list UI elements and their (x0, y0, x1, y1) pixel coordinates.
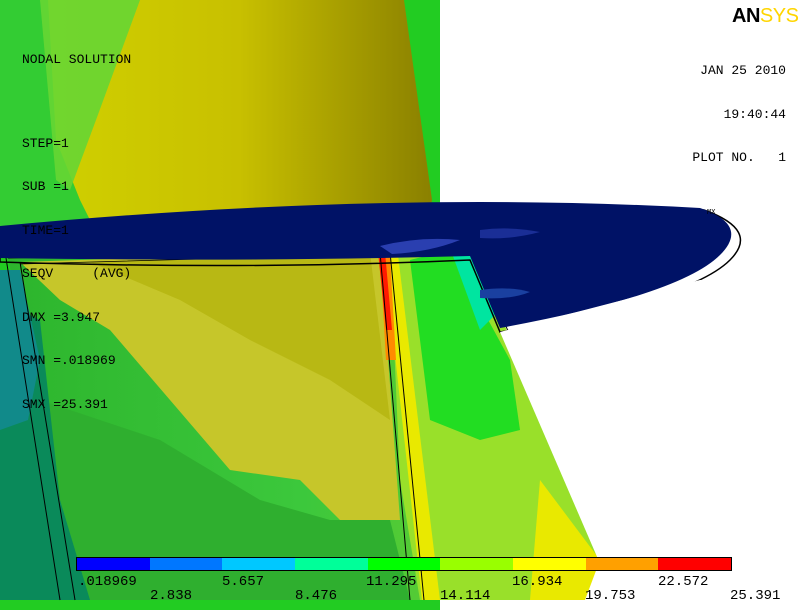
plot-number: PLOT NO. 1 (692, 150, 786, 165)
legend-label-bottom-5: 25.391 (730, 588, 781, 604)
legend-label-top-4: 16.934 (512, 574, 563, 590)
dmx-label: DMX =3.947 (22, 309, 101, 325)
legend-label-bottom-2: 8.476 (295, 588, 338, 604)
legend-label-top-5: 22.572 (658, 574, 709, 590)
time-label: TIME=1 (22, 222, 69, 238)
plot-date: JAN 25 2010 (700, 63, 786, 78)
legend-bin-6 (440, 558, 514, 570)
smx-label: SMX =25.391 (22, 396, 108, 412)
ansys-logo: ANSYS (732, 5, 799, 28)
sub-label: SUB =1 (22, 179, 69, 194)
step-label: STEP=1 (22, 135, 69, 151)
legend-bin-1 (77, 558, 150, 570)
logo-sys: SYS (759, 5, 799, 27)
legend-label-bottom-4: 19.753 (585, 588, 636, 604)
legend-bin-8 (585, 558, 659, 570)
legend-bin-4 (295, 558, 368, 570)
legend-label-top-3: 11.295 (366, 574, 417, 590)
seqv-label: SEQV (AVG) (22, 266, 132, 281)
legend-bin-2 (149, 558, 223, 570)
solution-info: NODAL SOLUTION STEP=1 SUB =1 TIME=1 SEQV… (22, 24, 131, 441)
graphics-viewport[interactable]: NODAL SOLUTION STEP=1 SUB =1 TIME=1 SEQV… (0, 0, 810, 610)
plot-stamp: JAN 25 2010 19:40:44 PLOT NO. 1 (692, 35, 786, 195)
legend-bin-7 (513, 558, 586, 570)
legend-label-bottom-1: 2.838 (150, 588, 193, 604)
logo-an: AN (732, 5, 760, 27)
smn-label: SMN =.018969 (22, 353, 116, 368)
legend-label-top-1: .018969 (78, 574, 137, 590)
legend-label-bottom-3: 14.114 (440, 588, 491, 604)
solution-title: NODAL SOLUTION (22, 52, 132, 67)
legend-bin-3 (222, 558, 296, 570)
legend-label-top-2: 5.657 (222, 574, 265, 590)
plot-time: 19:40:44 (723, 106, 786, 122)
contour-legend-bar (76, 557, 732, 571)
max-marker: MX (707, 209, 716, 217)
legend-bin-9 (658, 558, 732, 570)
legend-bin-5 (367, 558, 441, 570)
